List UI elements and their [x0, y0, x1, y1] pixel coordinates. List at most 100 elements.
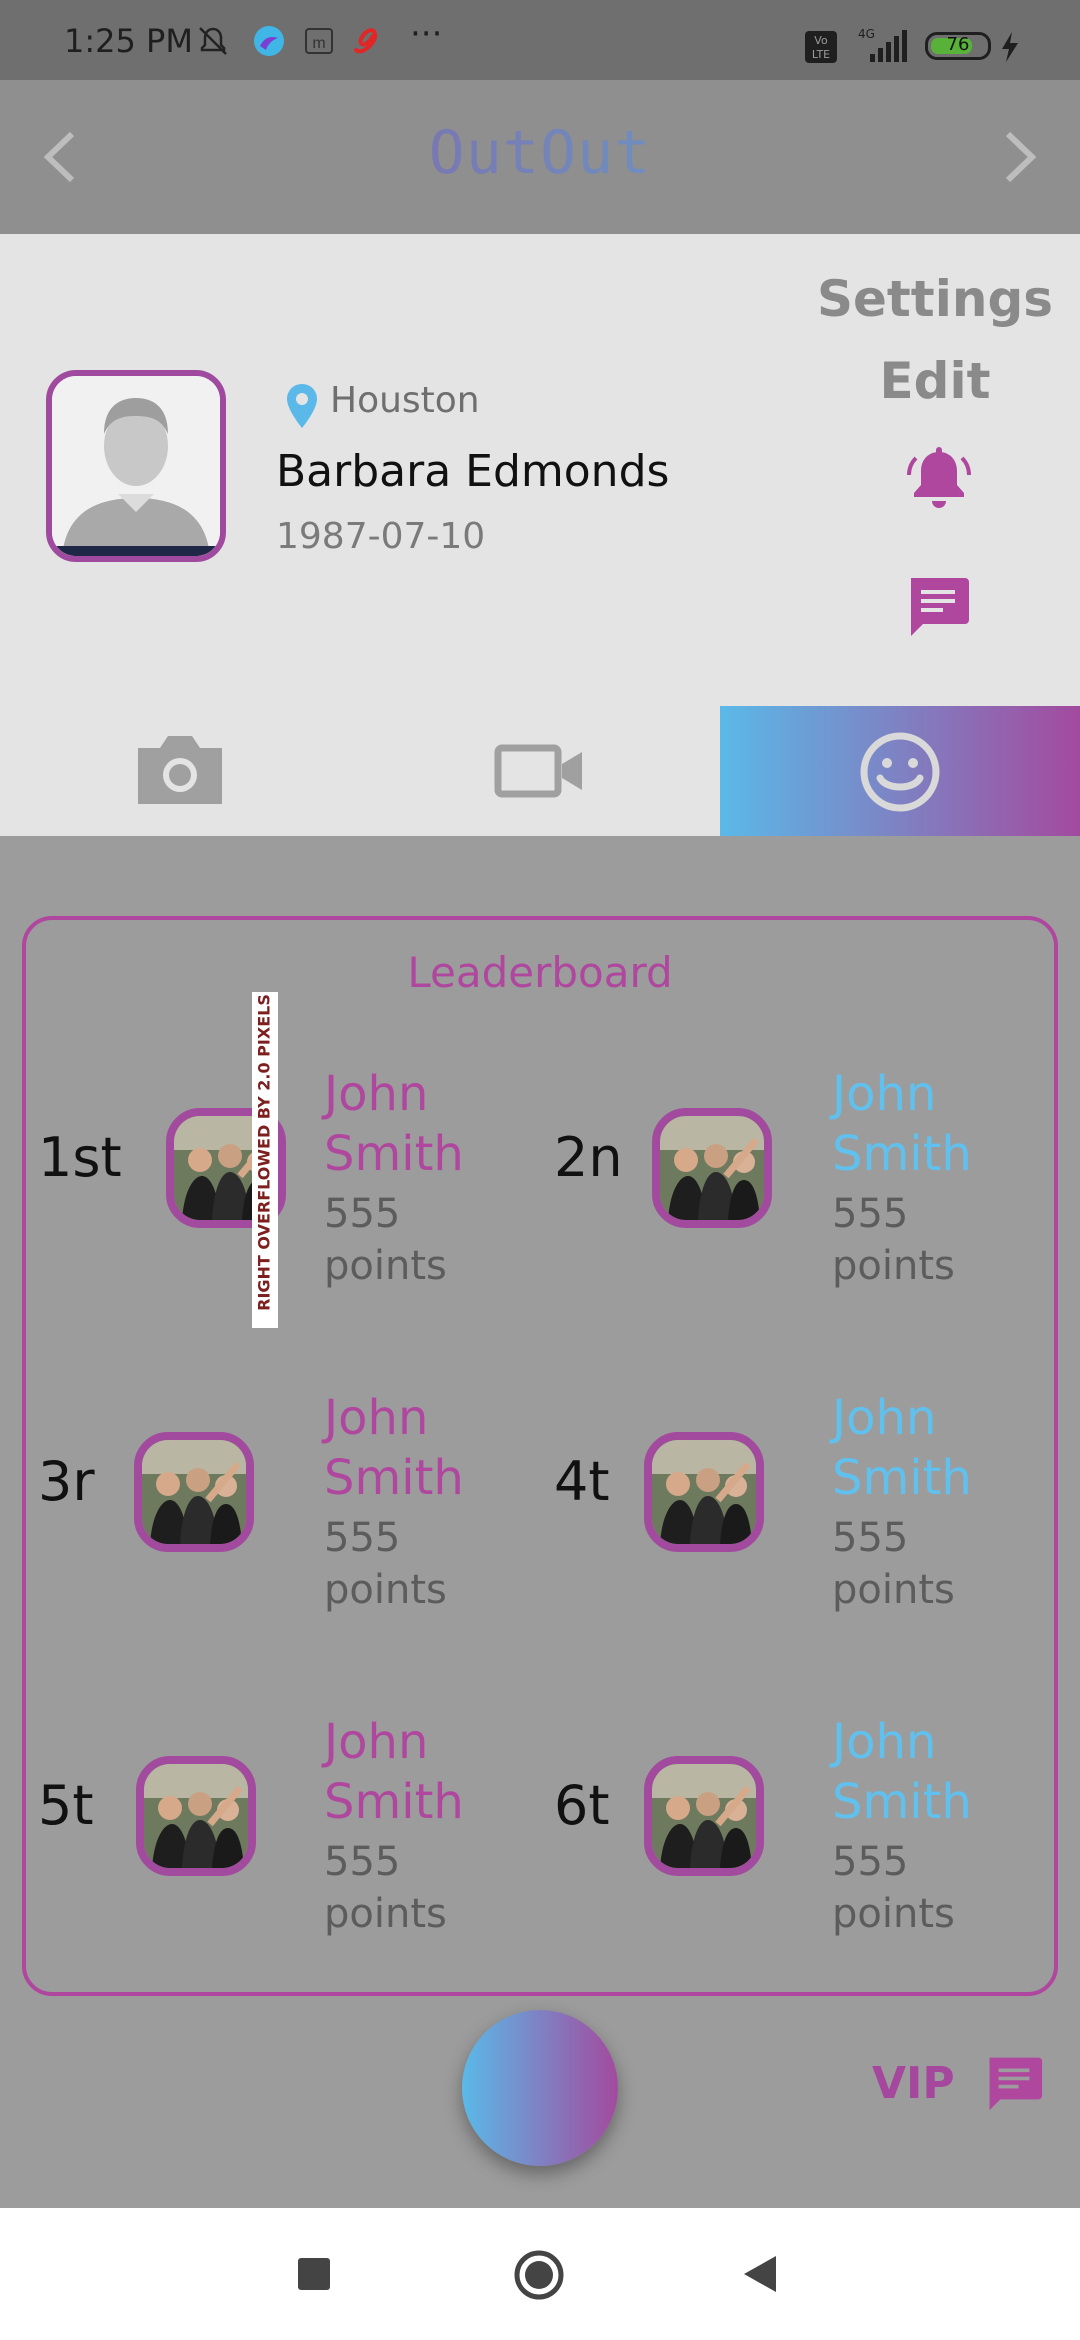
entry-points-value: 555: [832, 1191, 909, 1237]
location-pin-icon: [287, 384, 317, 428]
status-time: 1:25 PM: [64, 22, 193, 60]
vip-button[interactable]: VIP: [872, 2058, 955, 2109]
entry-points-value: 555: [832, 1839, 909, 1885]
app-bar: OutOut: [0, 80, 1080, 234]
entry-last-name: Smith: [832, 1450, 972, 1506]
leaderboard-entry[interactable]: 3r John Smith 555 points: [26, 1388, 1054, 1648]
group-photo-icon: [142, 1440, 246, 1544]
entry-points: 555 points: [832, 1512, 1032, 1616]
home-icon[interactable]: [512, 2248, 566, 2302]
leaderboard-entry[interactable]: 1st John Smith 555 points: [26, 1064, 1054, 1324]
entry-avatar[interactable]: [644, 1756, 764, 1876]
default-avatar-icon: [52, 376, 220, 556]
entry-avatar[interactable]: [136, 1756, 256, 1876]
entry-name: John Smith: [324, 1388, 524, 1508]
entry-avatar[interactable]: [134, 1432, 254, 1552]
user-name: Barbara Edmonds: [276, 446, 670, 497]
entry-rank: 2n: [554, 1126, 623, 1189]
entry-points: 555 points: [832, 1836, 1032, 1940]
entry-first-name: John: [324, 1390, 429, 1446]
entry-rank: 6t: [554, 1774, 610, 1837]
entry-last-name: Smith: [832, 1774, 972, 1830]
location-label: Houston: [330, 380, 480, 421]
entry-avatar[interactable]: [652, 1108, 772, 1228]
svg-text:Vo: Vo: [814, 34, 828, 47]
group-photo-icon: [652, 1764, 756, 1868]
entry-first-name: John: [832, 1390, 937, 1446]
leaderboard-entry[interactable]: 6t John Smith 555 points: [26, 1712, 1054, 1972]
entry-rank: 5t: [38, 1774, 94, 1837]
airtel-icon: [354, 28, 378, 54]
entry-rank: 1st: [38, 1126, 122, 1189]
chevron-right-icon[interactable]: [990, 122, 1050, 192]
entry-points: 555 points: [324, 1836, 524, 1940]
entry-points-label: points: [324, 1243, 447, 1289]
volte-icon: Vo LTE: [805, 31, 837, 63]
message-icon[interactable]: [984, 2054, 1044, 2112]
entry-last-name: Smith: [832, 1126, 972, 1182]
entry-last-name: Smith: [324, 1774, 464, 1830]
leaderboard-entry[interactable]: 5t John Smith 555 points: [26, 1712, 1054, 1972]
entry-avatar[interactable]: [644, 1432, 764, 1552]
entry-first-name: John: [832, 1066, 937, 1122]
entry-points-label: points: [324, 1891, 447, 1937]
entry-name: John Smith: [832, 1712, 1032, 1832]
entry-points-label: points: [832, 1243, 955, 1289]
leaderboard-panel: Leaderboard 1st John Smith 555 points 2n John S…: [22, 916, 1058, 1996]
group-photo-icon: [144, 1764, 248, 1868]
edit-button[interactable]: Edit: [800, 352, 1070, 410]
entry-points: 555 points: [324, 1188, 524, 1292]
mute-icon: [199, 27, 227, 55]
leaderboard-entry[interactable]: 4t John Smith 555 points: [26, 1388, 1054, 1648]
overflow-warning: RIGHT OVERFLOWED BY 2.0 PIXELS: [252, 992, 278, 1328]
app-icon: [254, 26, 284, 56]
main-action-button[interactable]: [462, 2010, 618, 2166]
status-bar: 1:25 PM m ··· Vo LTE 4G 76: [0, 0, 1080, 80]
group-photo-icon: [652, 1440, 756, 1544]
entry-name: John Smith: [324, 1064, 524, 1184]
entry-rank: 4t: [554, 1450, 610, 1513]
entry-first-name: John: [832, 1714, 937, 1770]
m-icon: m: [305, 28, 333, 54]
svg-text:m: m: [312, 35, 325, 52]
entry-points: 555 points: [324, 1512, 524, 1616]
entry-name: John Smith: [832, 1064, 1032, 1184]
settings-button[interactable]: Settings: [800, 270, 1070, 328]
overflow-warning-text: RIGHT OVERFLOWED BY 2.0 PIXELS: [254, 994, 274, 1311]
user-birthdate: 1987-07-10: [276, 516, 486, 557]
app-title: OutOut: [0, 118, 1080, 188]
charging-icon: [1002, 32, 1018, 62]
entry-points: 555 points: [832, 1188, 1032, 1292]
avatar[interactable]: [46, 370, 226, 562]
entry-points-label: points: [832, 1567, 955, 1613]
entry-points-label: points: [832, 1891, 955, 1937]
leaderboard-title: Leaderboard: [407, 948, 673, 997]
entry-last-name: Smith: [324, 1450, 464, 1506]
entry-points-value: 555: [324, 1515, 401, 1561]
leaderboard-entry[interactable]: 2n John Smith 555 points: [26, 1064, 1054, 1324]
more-indicator: ···: [410, 14, 443, 54]
svg-text:4G: 4G: [858, 27, 875, 41]
battery-level: 76: [946, 34, 970, 55]
entry-last-name: Smith: [324, 1126, 464, 1182]
tab-leaderboard[interactable]: [720, 706, 1080, 836]
tab-photos[interactable]: [0, 706, 360, 836]
bell-icon[interactable]: [904, 444, 974, 514]
svg-text:LTE: LTE: [812, 48, 830, 61]
system-nav-bar: [0, 2208, 1080, 2340]
entry-rank: 3r: [38, 1450, 95, 1513]
entry-first-name: John: [324, 1714, 429, 1770]
entry-name: John Smith: [832, 1388, 1032, 1508]
recent-apps-icon[interactable]: [296, 2256, 332, 2292]
entry-name: John Smith: [324, 1712, 524, 1832]
media-tabs: [0, 706, 1080, 836]
entry-points-value: 555: [832, 1515, 909, 1561]
back-icon[interactable]: [742, 2254, 778, 2294]
entry-points-value: 555: [324, 1839, 401, 1885]
entry-points-label: points: [324, 1567, 447, 1613]
message-icon[interactable]: [905, 574, 971, 638]
4g-signal-icon: 4G: [858, 27, 907, 62]
entry-first-name: John: [324, 1066, 429, 1122]
video-icon: [494, 744, 582, 798]
tab-videos[interactable]: [360, 706, 720, 836]
